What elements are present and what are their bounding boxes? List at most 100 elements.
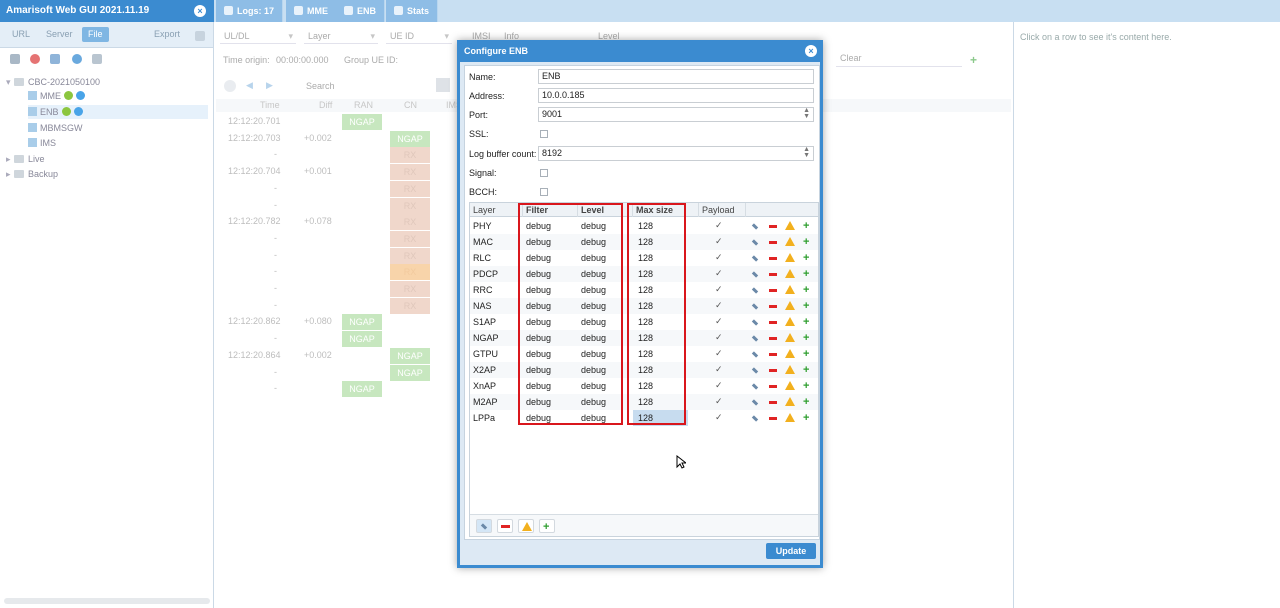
rx-box[interactable]: RX: [390, 281, 430, 297]
ngap-box[interactable]: NGAP: [342, 331, 382, 348]
tree-item-live[interactable]: ▸ Live: [6, 152, 45, 166]
rx-box[interactable]: RX: [390, 230, 430, 247]
minus-icon[interactable]: [769, 225, 777, 228]
tree-item-backup[interactable]: ▸ Backup: [6, 167, 58, 181]
tab-url[interactable]: URL: [6, 27, 36, 42]
warning-icon[interactable]: [785, 413, 795, 422]
plus-icon[interactable]: +: [803, 349, 812, 360]
wrench-icon[interactable]: [751, 255, 759, 262]
plus-icon[interactable]: +: [803, 381, 812, 392]
wrench-icon[interactable]: [751, 239, 759, 246]
rx-box[interactable]: RX: [390, 180, 430, 197]
tree-item-ims[interactable]: IMS: [28, 136, 56, 150]
rx-box[interactable]: RX: [390, 247, 430, 264]
time-origin-input[interactable]: 00:00:00.000: [276, 55, 329, 65]
payload-checkbox[interactable]: ✓: [715, 333, 724, 342]
wrench-icon[interactable]: [751, 383, 759, 390]
payload-checkbox[interactable]: ✓: [715, 397, 724, 406]
plus-icon[interactable]: +: [803, 317, 812, 328]
add-icon[interactable]: +: [970, 53, 977, 67]
minus-icon[interactable]: [769, 401, 777, 404]
minus-icon[interactable]: [769, 241, 777, 244]
stop-icon[interactable]: [30, 54, 40, 64]
remove-button[interactable]: [497, 519, 513, 533]
warning-icon[interactable]: [785, 349, 795, 358]
ngap-box[interactable]: NGAP: [342, 114, 382, 130]
ngap-box[interactable]: NGAP: [390, 347, 430, 364]
col-payload[interactable]: Payload: [699, 203, 746, 217]
payload-checkbox[interactable]: ✓: [715, 237, 724, 246]
tree-item-mbmsgw[interactable]: MBMSGW: [28, 121, 83, 135]
payload-checkbox[interactable]: ✓: [715, 349, 724, 358]
wrench-icon[interactable]: [751, 399, 759, 406]
next-icon[interactable]: ▶: [266, 80, 273, 91]
minus-icon[interactable]: [769, 273, 777, 276]
ngap-box[interactable]: NGAP: [390, 130, 430, 147]
minus-icon[interactable]: [769, 321, 777, 324]
tab-logs[interactable]: Logs: 17: [216, 0, 284, 22]
minus-icon[interactable]: [769, 417, 777, 420]
horizontal-scrollbar[interactable]: [4, 598, 210, 604]
warning-icon[interactable]: [785, 221, 795, 230]
clear-select[interactable]: Clear: [836, 53, 962, 67]
wrench-icon[interactable]: [751, 351, 759, 358]
wrench-icon[interactable]: [751, 335, 759, 342]
minus-icon[interactable]: [769, 353, 777, 356]
warning-icon[interactable]: [785, 381, 795, 390]
send-icon[interactable]: [92, 54, 102, 64]
rx-box[interactable]: RX: [390, 264, 430, 281]
payload-checkbox[interactable]: ✓: [715, 253, 724, 262]
save-icon[interactable]: [50, 54, 60, 64]
warning-icon[interactable]: [785, 269, 795, 278]
log-buffer-field[interactable]: 8192 ▲ ▼: [538, 146, 814, 161]
layer-select[interactable]: Layer ▾: [304, 28, 378, 44]
spinner-icon[interactable]: ▲ ▼: [803, 107, 810, 120]
warning-icon[interactable]: [785, 365, 795, 374]
calculator-icon[interactable]: [436, 78, 450, 92]
payload-checkbox[interactable]: ✓: [715, 317, 724, 326]
uldl-select[interactable]: UL/DL ▾: [220, 28, 296, 44]
warning-icon[interactable]: [785, 237, 795, 246]
export-button[interactable]: Export: [148, 27, 186, 42]
tree-item-cbc[interactable]: ▾ CBC-2021050100: [6, 75, 100, 89]
plus-icon[interactable]: +: [803, 285, 812, 296]
warning-icon[interactable]: [785, 397, 795, 406]
wrench-icon[interactable]: [751, 415, 759, 422]
tab-file[interactable]: File: [82, 27, 109, 42]
spinner-icon[interactable]: ▲ ▼: [803, 146, 810, 159]
signal-checkbox[interactable]: [540, 169, 548, 177]
payload-checkbox[interactable]: ✓: [715, 381, 724, 390]
prev-icon[interactable]: ◀: [246, 80, 253, 91]
name-field[interactable]: ENB: [538, 69, 814, 84]
ngap-box[interactable]: NGAP: [342, 314, 382, 331]
plus-icon[interactable]: +: [803, 301, 812, 312]
ueid-select[interactable]: UE ID ▾: [386, 28, 452, 44]
wrench-icon[interactable]: [751, 287, 759, 294]
plus-icon[interactable]: +: [803, 365, 812, 376]
close-icon[interactable]: ×: [194, 5, 206, 17]
rx-box[interactable]: RX: [390, 214, 430, 231]
minus-icon[interactable]: [769, 337, 777, 340]
tab-server[interactable]: Server: [40, 27, 79, 42]
info-icon[interactable]: [72, 54, 82, 64]
minus-icon[interactable]: [769, 257, 777, 260]
warning-icon[interactable]: [785, 317, 795, 326]
edit-button[interactable]: [476, 519, 492, 533]
export-icon[interactable]: [195, 31, 205, 41]
payload-checkbox[interactable]: ✓: [715, 285, 724, 294]
plus-icon[interactable]: +: [803, 397, 812, 408]
port-field[interactable]: 9001 ▲ ▼: [538, 107, 814, 122]
wrench-icon[interactable]: [751, 223, 759, 230]
ngap-box[interactable]: NGAP: [390, 364, 430, 381]
tab-mme[interactable]: MME: [286, 0, 337, 22]
wrench-icon[interactable]: [751, 271, 759, 278]
warning-icon[interactable]: [785, 285, 795, 294]
bcch-checkbox[interactable]: [540, 188, 548, 196]
minus-icon[interactable]: [769, 305, 777, 308]
rx-box[interactable]: RX: [390, 164, 430, 181]
minus-icon[interactable]: [769, 385, 777, 388]
add-button[interactable]: +: [539, 519, 555, 533]
tab-stats[interactable]: Stats: [386, 0, 439, 22]
ngap-box[interactable]: NGAP: [342, 381, 382, 398]
address-field[interactable]: 10.0.0.185: [538, 88, 814, 103]
